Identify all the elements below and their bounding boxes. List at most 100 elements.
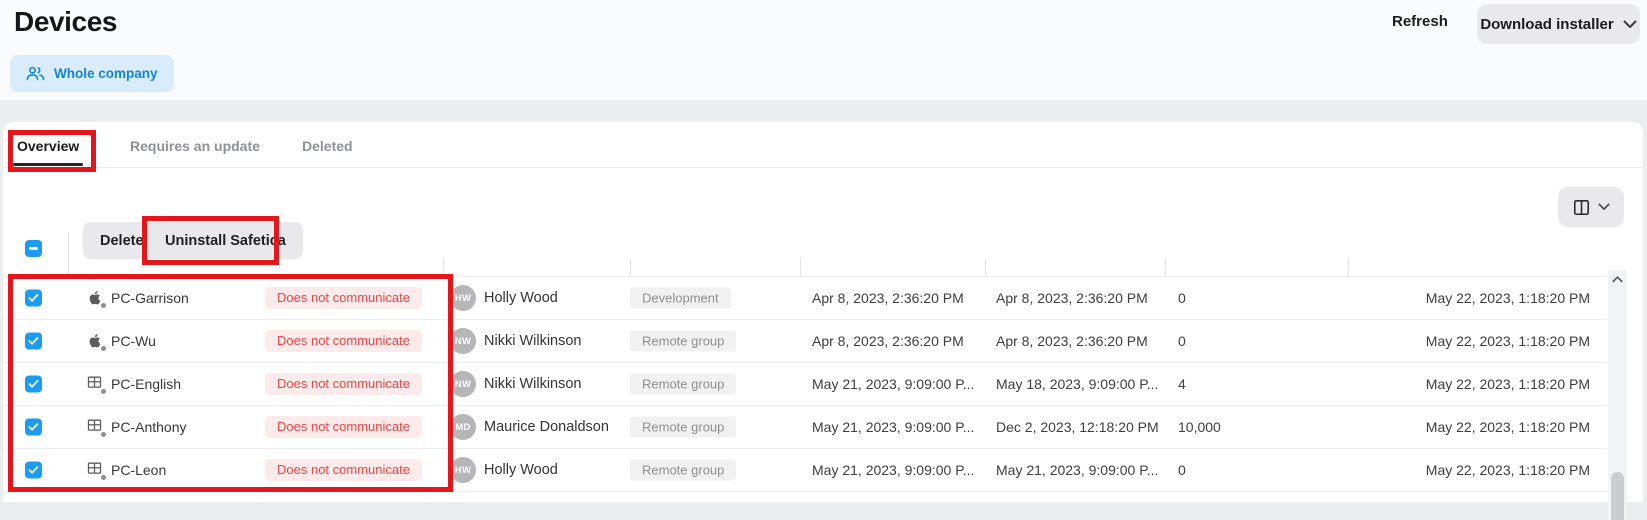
status-dot (100, 345, 107, 352)
tab-requires-an-update[interactable]: Requires an update (130, 138, 260, 154)
row-checkbox[interactable] (25, 419, 42, 436)
user-name: Nikki Wilkinson (484, 376, 582, 392)
table-row[interactable]: PC-English Does not communicate NW Nikki… (3, 363, 1607, 406)
avatar-initials: HW (455, 465, 471, 476)
date-column-3: May 22, 2023, 1:18:20 PM (1426, 376, 1590, 392)
column-divider (443, 258, 444, 276)
date-column-3: May 22, 2023, 1:18:20 PM (1426, 419, 1590, 435)
user-name: Holly Wood (484, 462, 558, 478)
status-badge: Does not communicate (265, 459, 422, 481)
vertical-scrollbar-thumb[interactable] (1611, 472, 1624, 520)
scroll-up-icon[interactable] (1608, 276, 1627, 283)
status-dot (100, 302, 107, 309)
date-column-1: May 21, 2023, 9:09:00 P... (812, 419, 974, 435)
avatar: NW (450, 328, 476, 354)
columns-icon (1572, 198, 1591, 217)
device-os-icon (86, 374, 106, 394)
avatar-initials: HW (455, 293, 471, 304)
devices-page: Devices Refresh Download installer Whole… (0, 0, 1647, 520)
date-column-3: May 22, 2023, 1:18:20 PM (1426, 290, 1590, 306)
indeterminate-mark (29, 247, 38, 249)
status-badge: Does not communicate (265, 373, 422, 395)
avatar: HW (450, 457, 476, 483)
group-badge: Remote group (630, 331, 736, 352)
count-value: 10,000 (1178, 419, 1221, 435)
people-icon (26, 66, 45, 81)
device-name: PC-Leon (111, 462, 166, 478)
avatar-initials: NW (455, 336, 471, 347)
device-name: PC-English (111, 376, 181, 392)
page-header: Devices Refresh Download installer Whole… (0, 0, 1647, 100)
user-name: Maurice Donaldson (484, 419, 609, 435)
device-os-icon (86, 417, 106, 437)
avatar: NW (450, 371, 476, 397)
status-dot (100, 388, 107, 395)
count-value: 0 (1178, 462, 1186, 478)
avatar-initials: MD (455, 422, 470, 433)
date-column-1: Apr 8, 2023, 2:36:20 PM (812, 333, 964, 349)
chevron-down-icon (1598, 203, 1610, 211)
device-name: PC-Anthony (111, 419, 186, 435)
date-column-2: May 18, 2023, 9:09:00 P... (996, 376, 1158, 392)
chevron-down-icon (1623, 20, 1637, 29)
date-column-2: Apr 8, 2023, 2:36:20 PM (996, 290, 1148, 306)
row-checkbox[interactable] (25, 376, 42, 393)
scope-chip-label: Whole company (54, 66, 158, 81)
user-name: Nikki Wilkinson (484, 333, 582, 349)
table-row[interactable]: PC-Leon Does not communicate HW Holly Wo… (3, 449, 1607, 492)
table-row[interactable]: PC-Wu Does not communicate NW Nikki Wilk… (3, 320, 1607, 363)
avatar: HW (450, 285, 476, 311)
avatar: MD (450, 414, 476, 440)
date-column-2: Dec 2, 2023, 12:18:20 PM (996, 419, 1159, 435)
device-name: PC-Garrison (111, 290, 189, 306)
count-value: 0 (1178, 290, 1186, 306)
columns-settings-button[interactable] (1558, 187, 1624, 227)
device-os-icon (86, 288, 106, 308)
date-column-3: May 22, 2023, 1:18:20 PM (1426, 333, 1590, 349)
group-badge: Remote group (630, 417, 736, 438)
column-divider (800, 258, 801, 276)
row-checkbox[interactable] (25, 462, 42, 479)
scope-chip-whole-company[interactable]: Whole company (10, 55, 174, 92)
group-badge: Development (630, 288, 731, 309)
date-column-3: May 22, 2023, 1:18:20 PM (1426, 462, 1590, 478)
page-title: Devices (14, 6, 117, 38)
date-column-1: May 21, 2023, 9:09:00 P... (812, 376, 974, 392)
status-dot (100, 474, 107, 481)
column-divider (985, 258, 986, 276)
toolbar-divider (68, 232, 69, 276)
group-badge: Remote group (630, 460, 736, 481)
date-column-2: May 21, 2023, 9:09:00 P... (996, 462, 1158, 478)
date-column-1: May 21, 2023, 9:09:00 P... (812, 462, 974, 478)
select-all-checkbox[interactable] (25, 240, 42, 257)
uninstall-safetica-button[interactable]: Uninstall Safetica (148, 222, 303, 259)
table-row[interactable]: PC-Garrison Does not communicate HW Holl… (3, 277, 1607, 320)
table-row[interactable]: PC-Anthony Does not communicate MD Mauri… (3, 406, 1607, 449)
download-installer-label: Download installer (1480, 16, 1613, 33)
row-checkbox[interactable] (25, 333, 42, 350)
refresh-button[interactable]: Refresh (1392, 13, 1448, 30)
status-dot (100, 431, 107, 438)
active-tab-underline (13, 163, 83, 166)
avatar-initials: NW (455, 379, 471, 390)
device-os-icon (86, 331, 106, 351)
column-divider (630, 258, 631, 276)
status-badge: Does not communicate (265, 330, 422, 352)
tab-overview[interactable]: Overview (17, 138, 79, 154)
group-badge: Remote group (630, 374, 736, 395)
download-installer-button[interactable]: Download installer (1477, 4, 1640, 44)
device-name: PC-Wu (111, 333, 156, 349)
date-column-2: Apr 8, 2023, 2:36:20 PM (996, 333, 1148, 349)
column-divider (1348, 258, 1349, 276)
tabbar-divider (3, 167, 1643, 168)
count-value: 4 (1178, 376, 1186, 392)
status-badge: Does not communicate (265, 416, 422, 438)
row-checkbox[interactable] (25, 290, 42, 307)
count-value: 0 (1178, 333, 1186, 349)
table-rows: PC-Garrison Does not communicate HW Holl… (3, 276, 1607, 492)
device-os-icon (86, 460, 106, 480)
user-name: Holly Wood (484, 290, 558, 306)
status-badge: Does not communicate (265, 287, 422, 309)
tab-deleted[interactable]: Deleted (302, 138, 353, 154)
date-column-1: Apr 8, 2023, 2:36:20 PM (812, 290, 964, 306)
